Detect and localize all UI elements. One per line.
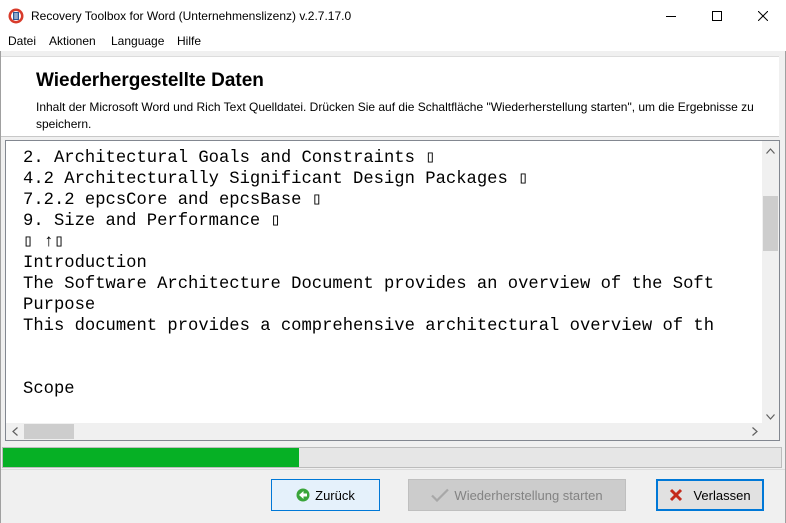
recovered-text-viewer[interactable]: 2. Architectural Goals and Constraints ▯…	[5, 140, 780, 441]
back-button-label: Zurück	[315, 487, 355, 503]
start-recovery-label: Wiederherstellung starten	[454, 487, 603, 503]
menu-datei[interactable]: Datei	[8, 34, 36, 48]
arrow-left-circle-icon	[296, 488, 310, 502]
scrollbar-corner	[762, 423, 779, 440]
exit-button[interactable]: Verlassen	[656, 479, 764, 511]
text-line: Purpose	[23, 296, 96, 315]
progress-bar	[2, 447, 782, 468]
scroll-up-button[interactable]	[762, 141, 779, 158]
menu-bar: Datei Aktionen Language Hilfe	[0, 31, 786, 51]
progress-fill	[3, 448, 299, 467]
text-line: ▯ ↑▯	[23, 233, 65, 252]
text-line: Introduction	[23, 254, 147, 273]
menu-hilfe[interactable]: Hilfe	[177, 34, 201, 48]
vertical-scrollbar[interactable]	[762, 141, 779, 424]
header-panel: Wiederhergestellte Daten Inhalt der Micr…	[1, 56, 779, 137]
minimize-icon	[666, 11, 676, 21]
minimize-button[interactable]	[648, 0, 694, 31]
maximize-icon	[712, 10, 722, 21]
chevron-left-icon	[11, 425, 18, 439]
scroll-down-button[interactable]	[762, 407, 779, 424]
horizontal-scroll-thumb[interactable]	[24, 424, 74, 439]
menu-aktionen[interactable]: Aktionen	[49, 34, 96, 48]
chevron-right-icon	[751, 425, 758, 439]
app-icon	[8, 8, 24, 24]
scroll-right-button[interactable]	[746, 423, 763, 440]
recovered-text-content[interactable]: 2. Architectural Goals and Constraints ▯…	[6, 141, 763, 424]
text-line: 4.2 Architecturally Significant Design P…	[23, 170, 529, 189]
chevron-down-icon	[766, 409, 775, 423]
vertical-scroll-thumb[interactable]	[763, 196, 778, 251]
text-line: 7.2.2 epcsCore and epcsBase ▯	[23, 191, 323, 210]
page-title: Wiederhergestellte Daten	[36, 70, 264, 91]
text-line: The Software Architecture Document provi…	[23, 275, 715, 294]
text-line: Scope	[23, 380, 75, 399]
close-icon	[758, 10, 768, 21]
start-recovery-button[interactable]: Wiederherstellung starten	[408, 479, 626, 511]
text-line: 9. Size and Performance ▯	[23, 212, 281, 231]
divider	[1, 469, 785, 470]
scroll-left-button[interactable]	[6, 423, 23, 440]
back-button[interactable]: Zurück	[271, 479, 380, 511]
text-line: 2. Architectural Goals and Constraints ▯	[23, 149, 436, 168]
title-bar[interactable]: Recovery Toolbox for Word (Unternehmensl…	[0, 0, 786, 31]
checkmark-icon	[431, 488, 450, 502]
text-line: This document provides a comprehensive a…	[23, 317, 715, 336]
menu-language[interactable]: Language	[111, 34, 164, 48]
page-description: Inhalt der Microsoft Word und Rich Text …	[36, 100, 754, 131]
exit-button-label: Verlassen	[693, 487, 751, 503]
window-title: Recovery Toolbox for Word (Unternehmensl…	[31, 9, 352, 23]
maximize-button[interactable]	[694, 0, 740, 31]
red-x-icon	[669, 488, 683, 502]
close-button[interactable]	[740, 0, 786, 31]
chevron-up-icon	[766, 143, 775, 157]
horizontal-scrollbar[interactable]	[6, 423, 763, 440]
